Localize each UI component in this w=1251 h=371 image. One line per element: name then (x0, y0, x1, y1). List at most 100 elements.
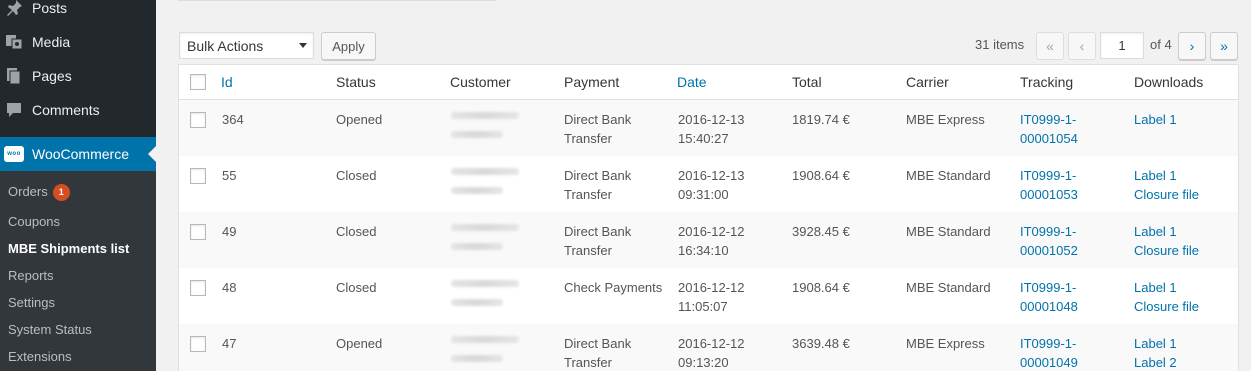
woocommerce-submenu: Orders 1 Coupons MBE Shipments list Repo… (0, 171, 156, 371)
sidebar-item-posts[interactable]: Posts (0, 0, 156, 25)
chevron-down-icon (299, 43, 307, 48)
row-checkbox[interactable] (190, 336, 206, 352)
select-all-checkbox[interactable] (190, 74, 206, 90)
cell-downloads: Label 1 Closure file (1134, 166, 1199, 204)
cell-carrier: MBE Standard (906, 224, 991, 239)
submenu-item-label: Settings (8, 295, 55, 310)
cell-carrier: MBE Express (906, 112, 985, 127)
sidebar-item-woocommerce[interactable]: woo WooCommerce (0, 137, 156, 171)
payment-line-1: Check Payments (564, 280, 663, 295)
column-header-date[interactable]: Date (677, 74, 707, 90)
cell-customer-redacted (451, 112, 519, 150)
column-header-id[interactable]: Id (221, 74, 233, 90)
submenu-item-orders[interactable]: Orders 1 (8, 182, 70, 202)
submenu-item-extensions[interactable]: Extensions (8, 347, 72, 367)
cell-id: 47 (222, 336, 237, 351)
cell-status: Closed (336, 224, 377, 239)
total-pages: of 4 (1150, 37, 1172, 52)
cell-customer-redacted (451, 336, 519, 371)
cell-date: 2016-12-13 15:40:27 (678, 110, 745, 148)
date-line: 2016-12-13 (678, 112, 745, 127)
cell-id: 49 (222, 224, 237, 239)
sidebar-item-comments[interactable]: Comments (0, 93, 156, 127)
comments-icon (4, 100, 24, 120)
date-line: 2016-12-12 (678, 336, 745, 351)
cell-status: Closed (336, 168, 377, 183)
next-page-button[interactable]: › (1178, 32, 1206, 60)
cell-total: 1819.74 € (792, 112, 850, 127)
prev-page-button[interactable]: ‹ (1068, 32, 1096, 60)
download-link[interactable]: Label 1 (1134, 110, 1177, 129)
cell-status: Opened (336, 112, 383, 127)
orders-count-badge: 1 (52, 183, 70, 201)
download-link[interactable]: Label 1 (1134, 166, 1199, 185)
cell-total: 3928.45 € (792, 224, 850, 239)
media-icon (4, 32, 24, 52)
sidebar-item-label: Media (32, 34, 71, 50)
active-menu-arrow (148, 146, 156, 162)
cell-carrier: MBE Standard (906, 280, 991, 295)
payment-line-2: Transfer (564, 187, 612, 202)
tracking-link[interactable]: IT0999-1- 00001049 (1020, 334, 1078, 371)
table-header: Id Status Customer Payment Date Total Ca… (179, 65, 1238, 100)
column-header-total: Total (792, 74, 822, 90)
submenu-item-system-status[interactable]: System Status (8, 320, 92, 340)
cell-customer-redacted (451, 280, 519, 318)
cell-payment: Direct Bank Transfer (564, 334, 631, 371)
column-header-customer: Customer (450, 74, 511, 90)
date-line: 2016-12-13 (678, 168, 745, 183)
tracking-link[interactable]: IT0999-1- 00001054 (1020, 110, 1078, 148)
current-page-input[interactable]: 1 (1100, 32, 1144, 59)
cell-id: 55 (222, 168, 237, 183)
download-link[interactable]: Label 1 (1134, 222, 1199, 241)
cell-customer-redacted (451, 168, 519, 206)
submenu-item-settings[interactable]: Settings (8, 293, 55, 313)
tracking-link[interactable]: IT0999-1- 00001048 (1020, 278, 1078, 316)
download-link[interactable]: Closure file (1134, 297, 1199, 316)
bulk-actions-value: Bulk Actions (187, 37, 264, 54)
bulk-actions-select[interactable]: Bulk Actions (179, 32, 314, 59)
submenu-item-label: Orders (8, 184, 48, 199)
sidebar-item-pages[interactable]: Pages (0, 59, 156, 93)
cell-id: 48 (222, 280, 237, 295)
row-checkbox[interactable] (190, 280, 206, 296)
download-link[interactable]: Label 1 (1134, 278, 1199, 297)
tracking-link[interactable]: IT0999-1- 00001052 (1020, 222, 1078, 260)
download-link[interactable]: Label 2 (1134, 353, 1177, 371)
row-checkbox[interactable] (190, 168, 206, 184)
table-row: 49 Closed Direct Bank Transfer 2016-12-12 16:… (179, 212, 1238, 268)
last-page-button[interactable]: » (1210, 32, 1238, 60)
submenu-item-mbe-shipments[interactable]: MBE Shipments list (8, 239, 129, 259)
download-link[interactable]: Closure file (1134, 185, 1199, 204)
tracking-link[interactable]: IT0999-1- 00001053 (1020, 166, 1078, 204)
row-checkbox[interactable] (190, 112, 206, 128)
payment-line-1: Direct Bank (564, 336, 632, 351)
pages-icon (4, 66, 24, 86)
header-divider (178, 0, 496, 1)
column-header-carrier: Carrier (906, 74, 949, 90)
submenu-item-coupons[interactable]: Coupons (8, 212, 60, 232)
cell-total: 1908.64 € (792, 168, 850, 183)
download-link[interactable]: Closure file (1134, 241, 1199, 260)
submenu-item-label: MBE Shipments list (8, 241, 130, 256)
submenu-item-label: Coupons (8, 214, 61, 229)
sidebar-item-media[interactable]: Media (0, 25, 156, 59)
payment-line-1: Direct Bank (564, 224, 632, 239)
download-link[interactable]: Label 1 (1134, 334, 1177, 353)
tracking-line-1: IT0999-1- (1020, 112, 1077, 127)
cell-carrier: MBE Standard (906, 168, 991, 183)
first-page-button[interactable]: « (1036, 32, 1064, 60)
cell-date: 2016-12-13 09:31:00 (678, 166, 745, 204)
payment-line-2: Transfer (564, 355, 612, 370)
admin-sidebar: Posts Media Pages Comments woo WooCommer… (0, 0, 156, 371)
time-line: 11:05:07 (678, 299, 728, 314)
submenu-item-reports[interactable]: Reports (8, 266, 54, 286)
time-line: 15:40:27 (678, 131, 729, 146)
woocommerce-icon: woo (4, 144, 24, 164)
row-checkbox[interactable] (190, 224, 206, 240)
column-header-status: Status (336, 74, 376, 90)
payment-line-2: Transfer (564, 243, 612, 258)
payment-line-1: Direct Bank (564, 168, 632, 183)
apply-button[interactable]: Apply (321, 32, 376, 60)
cell-customer-redacted (451, 224, 519, 262)
